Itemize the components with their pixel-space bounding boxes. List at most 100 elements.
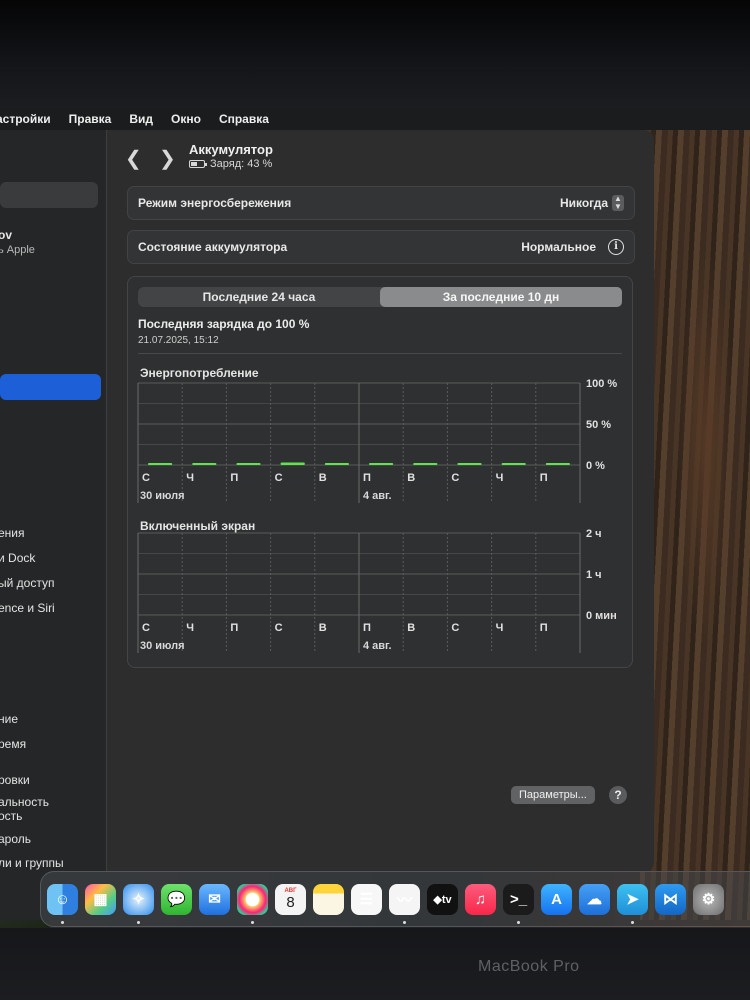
freeform-icon[interactable]: 〰 — [389, 883, 420, 924]
chart-xtick-label: В — [407, 622, 415, 634]
appstore-icon[interactable]: A — [541, 883, 572, 915]
sidebar-user-name[interactable]: ov — [0, 228, 12, 242]
range-segmented-control: Последние 24 часа За последние 10 дн — [138, 287, 622, 307]
chart-ytick-label: 100 % — [586, 379, 617, 390]
settings-icon[interactable]: ⚙ — [693, 883, 724, 915]
sidebar-item-siri[interactable]: ence и Siri — [0, 601, 55, 615]
menu-edit[interactable]: Правка — [69, 112, 112, 126]
appletv-icon[interactable]: ◆tv — [427, 883, 458, 915]
sidebar-item-desktop-dock[interactable]: и Dock — [0, 551, 35, 565]
chart-ytick-label: 0 мин — [586, 610, 617, 622]
calendar-day: 8 — [286, 894, 295, 911]
running-indicator — [251, 920, 254, 924]
sidebar-item-screen-time[interactable]: ремя — [0, 737, 26, 751]
running-indicator — [517, 920, 520, 924]
launchpad-icon[interactable]: ▦ — [85, 883, 116, 915]
telegram-icon[interactable]: ➤ — [617, 883, 648, 924]
battery-state-row: Состояние аккумулятора Нормальное i — [127, 230, 635, 264]
power-mode-value: Никогда — [559, 196, 608, 210]
chart-date-label: 30 июля — [140, 640, 185, 652]
chevron-updown-icon: ▲ ▼ — [612, 195, 624, 211]
menu-view[interactable]: Вид — [129, 112, 153, 126]
chart-bar — [192, 463, 217, 465]
chart-xtick-label: С — [142, 622, 150, 634]
chart-bar — [324, 463, 349, 465]
finder-icon[interactable]: ☺ — [47, 883, 78, 924]
menu-help[interactable]: Справка — [219, 112, 269, 126]
chart-xtick-label: П — [230, 472, 238, 484]
chart-xtick-label: С — [275, 622, 283, 634]
charge-status: Заряд: 43 % — [189, 158, 272, 170]
sidebar-item-battery-selected[interactable] — [0, 374, 101, 400]
screen-bezel-top — [0, 0, 750, 108]
music-icon[interactable]: ♫ — [465, 883, 496, 915]
last-charge-date: 21.07.2025, 15:12 — [138, 335, 219, 346]
running-indicator — [137, 920, 140, 924]
mail-icon[interactable]: ✉ — [199, 883, 230, 915]
sidebar-item-lock[interactable]: ровки — [0, 773, 30, 787]
power-mode-select[interactable]: Никогда ▲ ▼ — [560, 195, 624, 211]
chart-ytick-label: 0 % — [586, 460, 605, 472]
page-title: Аккумулятор — [189, 142, 273, 157]
screen-on-chart: 2 ч 1 ч 0 мин С Ч П С В П В С Ч П 30 июля 4 авг. — [137, 529, 617, 653]
info-icon[interactable]: i — [608, 239, 624, 255]
running-indicator — [403, 920, 406, 924]
reminders-icon[interactable]: ☰ — [351, 883, 382, 915]
settings-window: ❮ ❯ Аккумулятор Заряд: 43 % Режим энерго… — [106, 130, 654, 872]
notes-icon[interactable] — [313, 883, 344, 915]
desktop-wallpaper — [640, 130, 750, 920]
chart-date-label: 30 июля — [140, 490, 185, 502]
chart-xtick-label: П — [540, 472, 548, 484]
sidebar-item-accessibility[interactable]: ый доступ — [0, 576, 54, 590]
chart-xtick-label: П — [363, 472, 371, 484]
chart-ytick-label: 1 ч — [586, 569, 602, 581]
chart-xtick-label: Ч — [186, 622, 194, 634]
help-button[interactable]: ? — [609, 786, 627, 804]
running-indicator — [631, 920, 634, 924]
battery-state-value: Нормальное — [521, 240, 596, 254]
chart-bar — [545, 463, 570, 465]
sidebar: ov ь Apple ения и Dock ый доступ ence и … — [0, 130, 120, 920]
chart-xtick-label: Ч — [496, 472, 504, 484]
chart-bar — [457, 463, 482, 465]
chart-xtick-label: С — [275, 472, 283, 484]
last-charge-label: Последняя зарядка до 100 % — [138, 317, 310, 331]
battery-state-value-group: Нормальное i — [521, 239, 624, 255]
sidebar-item-notifications[interactable]: ения — [0, 526, 25, 540]
sidebar-item-privacy[interactable]: альность — [0, 795, 49, 809]
chart-xtick-label: Ч — [496, 622, 504, 634]
power-mode-row: Режим энергосбережения Никогда ▲ ▼ — [127, 186, 635, 220]
dock: ☺ ▦ ✧ 💬 ✉ ✿ АВГ 8 ☰ 〰 ◆tv ♫ >_ A ☁ ➤ ⋈ ⚙ — [40, 871, 750, 927]
calendar-icon[interactable]: АВГ 8 — [275, 883, 306, 915]
safari-icon[interactable]: ✧ — [123, 883, 154, 924]
parameters-button[interactable]: Параметры... — [511, 786, 595, 804]
chart-bar — [413, 463, 438, 465]
tab-last-10-days[interactable]: За последние 10 дн — [380, 287, 622, 307]
messages-icon[interactable]: 💬 — [161, 883, 192, 915]
vscode-icon[interactable]: ⋈ — [655, 883, 686, 915]
menu-window[interactable]: Окно — [171, 112, 201, 126]
terminal-icon[interactable]: >_ — [503, 883, 534, 924]
forward-button[interactable]: ❯ — [159, 146, 176, 171]
chart-ytick-label: 2 ч — [586, 529, 602, 540]
sidebar-user-subtitle: ь Apple — [0, 244, 35, 256]
sidebar-item-password[interactable]: ароль — [0, 832, 31, 846]
chart-bar — [369, 463, 394, 465]
chart-ytick-label: 50 % — [586, 419, 611, 431]
chart-xtick-label: В — [319, 472, 327, 484]
energy-chart: 100 % 50 % 0 % С Ч П С В П В С Ч П 30 июля 4 авг. — [137, 379, 617, 503]
sidebar-item-users-groups[interactable]: ли и группы — [0, 856, 64, 870]
sidebar-search-input[interactable] — [0, 182, 98, 208]
menu-app-settings[interactable]: астройки — [0, 112, 51, 126]
chart-xtick-label: Ч — [186, 472, 194, 484]
tab-last-24-hours[interactable]: Последние 24 часа — [138, 287, 380, 307]
photos-icon[interactable]: ✿ — [237, 883, 268, 924]
battery-icon — [189, 160, 207, 168]
chart-date-label: 4 авг. — [363, 490, 392, 502]
energy-chart-title: Энергопотребление — [140, 366, 259, 380]
sidebar-item-display[interactable]: ние — [0, 712, 18, 726]
power-mode-label: Режим энергосбережения — [138, 196, 292, 210]
divider — [138, 353, 622, 354]
weather-icon[interactable]: ☁ — [579, 883, 610, 915]
back-button[interactable]: ❮ — [125, 146, 142, 171]
